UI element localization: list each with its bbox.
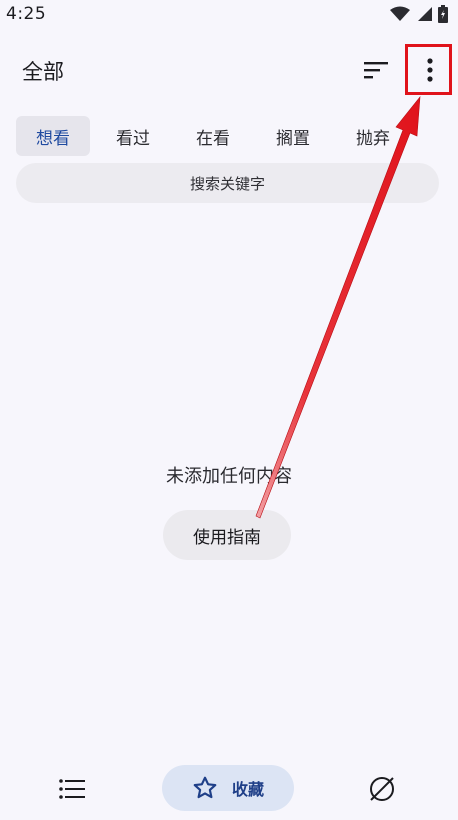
category-tabs: 想看 看过 在看 搁置 抛弃 bbox=[16, 116, 458, 156]
tab-on-hold[interactable]: 搁置 bbox=[256, 116, 330, 156]
highlight-box bbox=[405, 44, 452, 95]
user-guide-button[interactable]: 使用指南 bbox=[163, 510, 291, 560]
nav-favorites-label: 收藏 bbox=[231, 780, 264, 799]
status-bar: 4:25 bbox=[0, 0, 458, 28]
battery-icon bbox=[438, 5, 448, 23]
wifi-icon bbox=[390, 6, 410, 21]
star-icon bbox=[193, 776, 217, 799]
signal-icon bbox=[418, 7, 432, 21]
nav-list-button[interactable] bbox=[52, 772, 92, 806]
nav-explore-button[interactable] bbox=[362, 770, 402, 808]
bottom-navigation: 收藏 bbox=[0, 760, 458, 820]
app-bar: 全部 bbox=[0, 40, 458, 98]
status-icons bbox=[390, 5, 448, 23]
page-title: 全部 bbox=[22, 60, 64, 84]
list-icon bbox=[59, 779, 85, 799]
tab-dropped[interactable]: 抛弃 bbox=[336, 116, 410, 156]
status-time: 4:25 bbox=[6, 4, 47, 24]
tab-watched[interactable]: 看过 bbox=[96, 116, 170, 156]
empty-state-message: 未添加任何内容 bbox=[166, 466, 292, 487]
tab-want-to-watch[interactable]: 想看 bbox=[16, 116, 90, 156]
sort-icon bbox=[364, 62, 388, 79]
explore-icon bbox=[370, 777, 394, 801]
tab-watching[interactable]: 在看 bbox=[176, 116, 250, 156]
sort-button[interactable] bbox=[356, 52, 396, 88]
search-input[interactable]: 搜索关键字 bbox=[16, 163, 439, 203]
nav-favorites-button[interactable]: 收藏 bbox=[162, 765, 294, 811]
